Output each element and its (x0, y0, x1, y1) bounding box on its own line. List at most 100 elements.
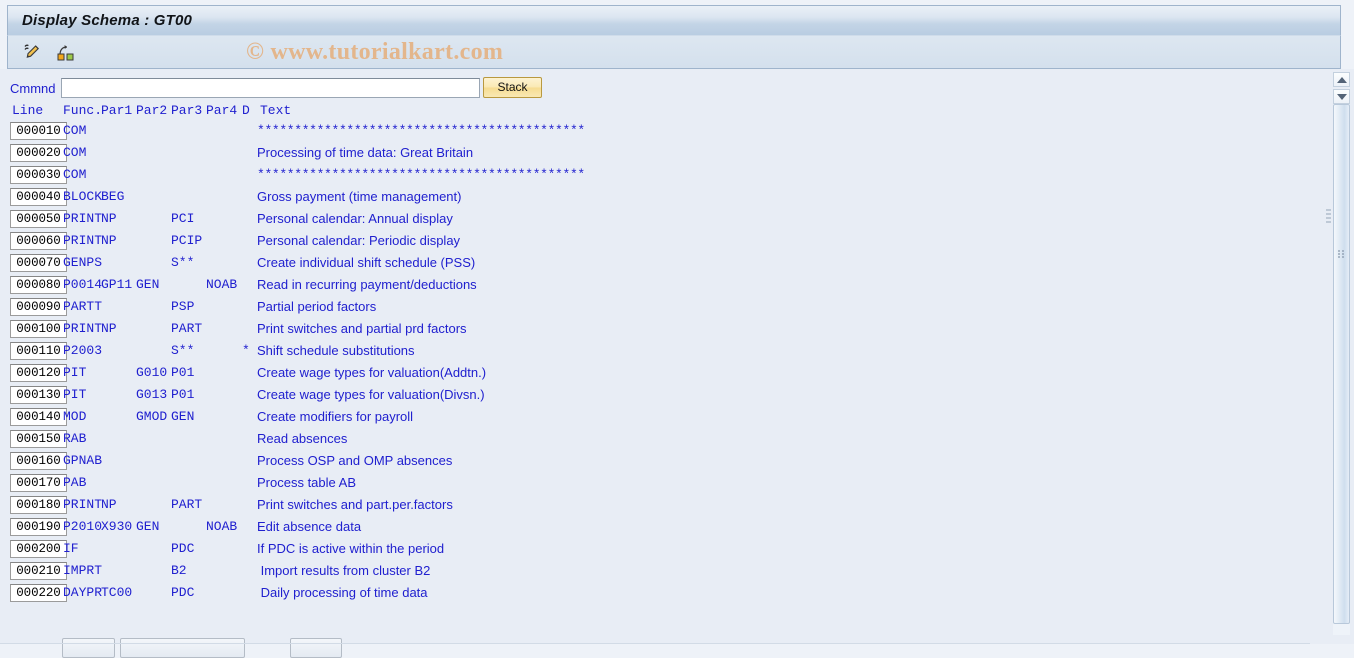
cell-text[interactable]: Shift schedule substitutions (257, 343, 415, 358)
cell-text[interactable]: ****************************************… (257, 167, 585, 182)
cell-par3[interactable]: S** (171, 255, 194, 270)
cell-par1[interactable]: TC00 (101, 585, 132, 600)
cell-func[interactable]: COM (63, 123, 86, 138)
cell-text[interactable]: Personal calendar: Periodic display (257, 233, 460, 248)
cell-par1[interactable]: NP (101, 497, 117, 512)
line-number-field[interactable]: 000090 (10, 298, 67, 316)
cell-par3[interactable]: S** (171, 343, 194, 358)
table-row[interactable]: 000070 GENPS S** Create individual shift sc… (0, 253, 1310, 275)
cell-func[interactable]: PARTT (63, 299, 102, 314)
cell-text[interactable]: If PDC is active within the period (257, 541, 444, 556)
cell-func[interactable]: GENPS (63, 255, 102, 270)
cell-par1[interactable]: NP (101, 233, 117, 248)
cell-par2[interactable]: GEN (136, 519, 159, 534)
scroll-down-arrow-icon[interactable] (1333, 89, 1350, 104)
line-number-field[interactable]: 000050 (10, 210, 67, 228)
cell-text[interactable]: Daily processing of time data (257, 585, 428, 600)
table-row[interactable]: 000150 RAB Read absences (0, 429, 1310, 451)
cell-par3[interactable]: PDC (171, 541, 194, 556)
line-number-field[interactable]: 000190 (10, 518, 67, 536)
line-number-field[interactable]: 000040 (10, 188, 67, 206)
scrollbar-thumb[interactable] (1333, 104, 1350, 624)
line-number-field[interactable]: 000130 (10, 386, 67, 404)
table-row[interactable]: 000120 PIT G010 P01 Create wage types for va… (0, 363, 1310, 385)
cell-d[interactable]: * (242, 343, 250, 358)
table-row[interactable]: 000190 P2010 X930 GEN NOAB Edit absence data (0, 517, 1310, 539)
cell-func[interactable]: PRINT (63, 211, 102, 226)
edit-pencil-icon[interactable] (20, 40, 44, 64)
scroll-up-arrow-icon[interactable] (1333, 72, 1350, 87)
cell-par1[interactable]: BEG (101, 189, 124, 204)
line-number-field[interactable]: 000160 (10, 452, 67, 470)
cell-par1[interactable]: NP (101, 211, 117, 226)
table-row[interactable]: 000020 COM Processing of time data: Great … (0, 143, 1310, 165)
line-number-field[interactable]: 000080 (10, 276, 67, 294)
line-number-field[interactable]: 000030 (10, 166, 67, 184)
cell-func[interactable]: PAB (63, 475, 86, 490)
vertical-scrollbar[interactable] (1333, 72, 1350, 635)
cell-text[interactable]: Create individual shift schedule (PSS) (257, 255, 475, 270)
cell-func[interactable]: PIT (63, 387, 86, 402)
table-row[interactable]: 000040 BLOCK BEG Gross payment (time manage… (0, 187, 1310, 209)
cell-text[interactable]: Partial period factors (257, 299, 376, 314)
command-input[interactable] (61, 78, 480, 98)
cell-par3[interactable]: GEN (171, 409, 194, 424)
cell-func[interactable]: COM (63, 145, 86, 160)
cell-text[interactable]: Print switches and partial prd factors (257, 321, 467, 336)
bottom-button-3[interactable] (290, 638, 342, 658)
cell-par4[interactable]: NOAB (206, 519, 237, 534)
cell-par3[interactable]: PCIP (171, 233, 202, 248)
cell-func[interactable]: MOD (63, 409, 86, 424)
cell-par3[interactable]: PCI (171, 211, 194, 226)
line-number-field[interactable]: 000020 (10, 144, 67, 162)
table-row[interactable]: 000050 PRINT NP PCI Personal calendar: Annua… (0, 209, 1310, 231)
line-number-field[interactable]: 000070 (10, 254, 67, 272)
line-number-field[interactable]: 000100 (10, 320, 67, 338)
cell-text[interactable]: Gross payment (time management) (257, 189, 461, 204)
cell-par3[interactable]: PSP (171, 299, 194, 314)
cell-text[interactable]: Create wage types for valuation(Divsn.) (257, 387, 485, 402)
table-row[interactable]: 000130 PIT G013 P01 Create wage types for va… (0, 385, 1310, 407)
cell-par3[interactable]: P01 (171, 365, 194, 380)
cell-func[interactable]: DAYPR (63, 585, 102, 600)
cell-par1[interactable]: NP (101, 321, 117, 336)
table-row[interactable]: 000210 IMPRT B2 Import results from cluste… (0, 561, 1310, 583)
cell-func[interactable]: PRINT (63, 321, 102, 336)
cell-text[interactable]: Import results from cluster B2 (257, 563, 431, 578)
scrollbar-track[interactable] (1333, 104, 1350, 635)
line-number-field[interactable]: 000150 (10, 430, 67, 448)
line-number-field[interactable]: 000180 (10, 496, 67, 514)
table-row[interactable]: 000010 COM *******************************… (0, 121, 1310, 143)
cell-func[interactable]: P2003 (63, 343, 102, 358)
cell-text[interactable]: Process OSP and OMP absences (257, 453, 452, 468)
line-number-field[interactable]: 000110 (10, 342, 67, 360)
table-row[interactable]: 000140 MOD GMOD GEN Create modifiers for pay… (0, 407, 1310, 429)
table-row[interactable]: 000090 PARTT PSP Partial period factors (0, 297, 1310, 319)
cell-par1[interactable]: X930 (101, 519, 132, 534)
line-number-field[interactable]: 000010 (10, 122, 67, 140)
cell-par3[interactable]: PART (171, 497, 202, 512)
cell-text[interactable]: ****************************************… (257, 123, 585, 138)
cell-par2[interactable]: G013 (136, 387, 167, 402)
cell-par1[interactable]: GP11 (101, 277, 132, 292)
cell-par2[interactable]: GMOD (136, 409, 167, 424)
cell-par3[interactable]: B2 (171, 563, 187, 578)
line-number-field[interactable]: 000220 (10, 584, 67, 602)
cell-par3[interactable]: PART (171, 321, 202, 336)
cell-func[interactable]: P2010 (63, 519, 102, 534)
table-row[interactable]: 000160 GPNAB Process OSP and OMP absences (0, 451, 1310, 473)
cell-func[interactable]: IMPRT (63, 563, 102, 578)
line-number-field[interactable]: 000200 (10, 540, 67, 558)
cell-func[interactable]: PIT (63, 365, 86, 380)
cell-func[interactable]: IF (63, 541, 79, 556)
line-number-field[interactable]: 000120 (10, 364, 67, 382)
cell-func[interactable]: COM (63, 167, 86, 182)
cell-func[interactable]: BLOCK (63, 189, 102, 204)
table-row[interactable]: 000220 DAYPR TC00 PDC Daily processing of t… (0, 583, 1310, 605)
cell-func[interactable]: P0014 (63, 277, 102, 292)
cell-text[interactable]: Process table AB (257, 475, 356, 490)
cell-func[interactable]: PRINT (63, 497, 102, 512)
cell-func[interactable]: PRINT (63, 233, 102, 248)
cell-text[interactable]: Edit absence data (257, 519, 361, 534)
line-number-field[interactable]: 000060 (10, 232, 67, 250)
